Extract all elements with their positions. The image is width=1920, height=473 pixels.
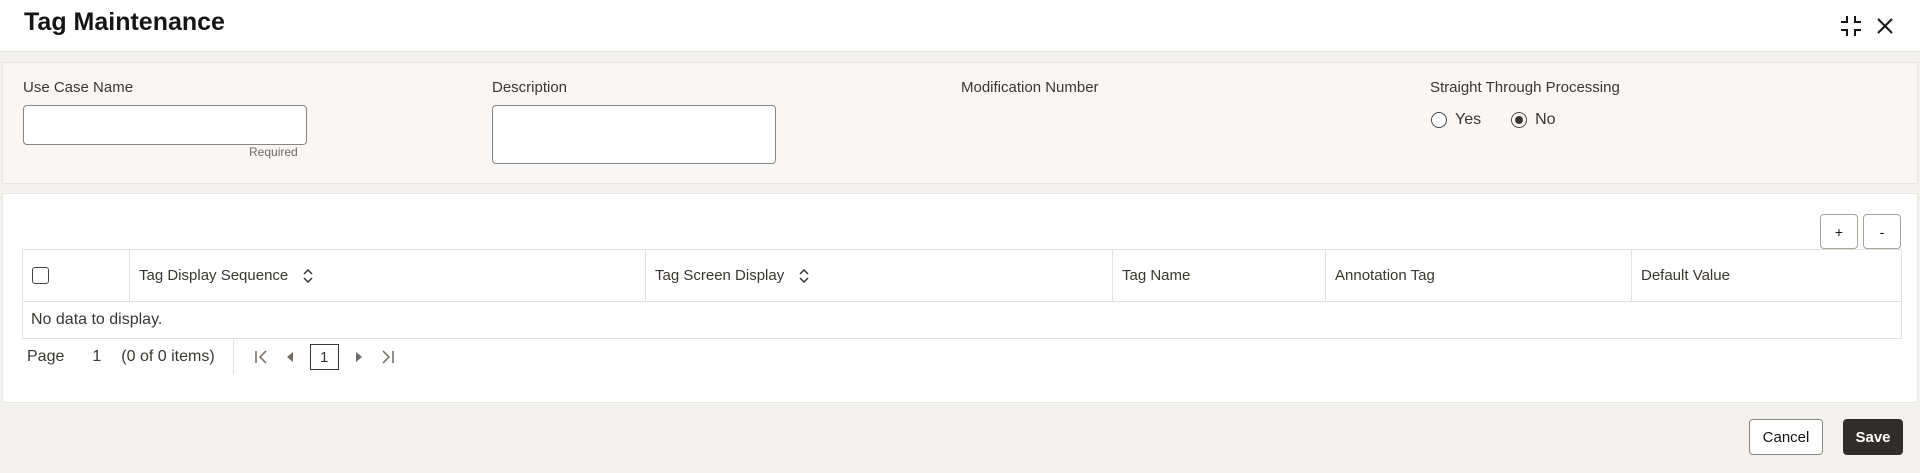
col-tag-display-sequence[interactable]: Tag Display Sequence — [130, 250, 646, 301]
stp-yes-radio[interactable]: Yes — [1431, 111, 1481, 129]
close-icon[interactable] — [1871, 12, 1899, 40]
title-bar: Tag Maintenance — [0, 0, 1920, 52]
col-default-value[interactable]: Default Value — [1632, 250, 1901, 301]
first-page-icon[interactable] — [248, 343, 276, 371]
stp-field: Straight Through Processing — [1430, 79, 1620, 96]
col-tag-screen-display[interactable]: Tag Screen Display — [646, 250, 1113, 301]
page-number-input[interactable]: 1 — [92, 348, 101, 366]
col-annotation-tag[interactable]: Annotation Tag — [1326, 250, 1632, 301]
tag-table: Tag Display Sequence Tag Screen Display … — [22, 249, 1902, 339]
radio-unchecked-icon — [1431, 112, 1447, 128]
col-tag-screen-display-label: Tag Screen Display — [655, 267, 785, 284]
grid-panel: + - Tag Display Sequence Tag Screen Disp… — [2, 193, 1918, 403]
required-hint: Required — [249, 145, 298, 159]
col-default-value-label: Default Value — [1641, 267, 1730, 284]
collapse-icon[interactable] — [1837, 12, 1865, 40]
pager-divider — [232, 340, 234, 374]
description-field: Description — [492, 79, 567, 96]
sort-icon[interactable] — [798, 268, 810, 283]
description-input[interactable] — [492, 105, 776, 164]
table-header: Tag Display Sequence Tag Screen Display … — [23, 250, 1901, 302]
modification-number-label: Modification Number — [961, 79, 1099, 96]
empty-message: No data to display. — [31, 311, 163, 328]
select-all-header — [23, 250, 130, 301]
current-page[interactable]: 1 — [309, 344, 339, 370]
use-case-name-label: Use Case Name — [23, 79, 134, 96]
radio-checked-icon — [1511, 112, 1528, 128]
sort-icon[interactable] — [302, 268, 314, 283]
col-tag-display-sequence-label: Tag Display Sequence — [139, 267, 289, 284]
use-case-name-field: Use Case Name — [23, 79, 133, 96]
last-page-icon[interactable] — [373, 343, 401, 371]
use-case-name-input[interactable] — [23, 105, 307, 145]
stp-no-radio[interactable]: No — [1511, 111, 1556, 129]
next-page-icon[interactable] — [345, 343, 373, 371]
remove-row-button[interactable]: - — [1863, 214, 1901, 249]
previous-page-icon[interactable] — [276, 343, 304, 371]
form-panel: Use Case Name Required Description Modif… — [2, 62, 1918, 184]
stp-yes-label: Yes — [1455, 111, 1482, 128]
cancel-button[interactable]: Cancel — [1749, 419, 1823, 455]
pagination: Page 1 (0 of 0 items) 1 — [27, 340, 401, 374]
col-tag-name-label: Tag Name — [1122, 267, 1191, 284]
col-annotation-tag-label: Annotation Tag — [1335, 267, 1435, 284]
page-label: Page — [27, 348, 65, 365]
radio-dot — [1515, 116, 1524, 124]
page-title: Tag Maintenance — [24, 8, 225, 36]
items-count: (0 of 0 items) — [121, 348, 215, 365]
description-label: Description — [492, 79, 568, 96]
stp-no-label: No — [1535, 111, 1556, 128]
select-all-checkbox[interactable] — [32, 267, 49, 284]
modification-number-field: Modification Number — [961, 79, 1099, 96]
add-row-button[interactable]: + — [1820, 214, 1858, 249]
col-tag-name[interactable]: Tag Name — [1113, 250, 1326, 301]
stp-radio-group: Yes No — [1431, 111, 1586, 129]
save-button[interactable]: Save — [1843, 419, 1903, 455]
stp-label: Straight Through Processing — [1430, 79, 1620, 96]
